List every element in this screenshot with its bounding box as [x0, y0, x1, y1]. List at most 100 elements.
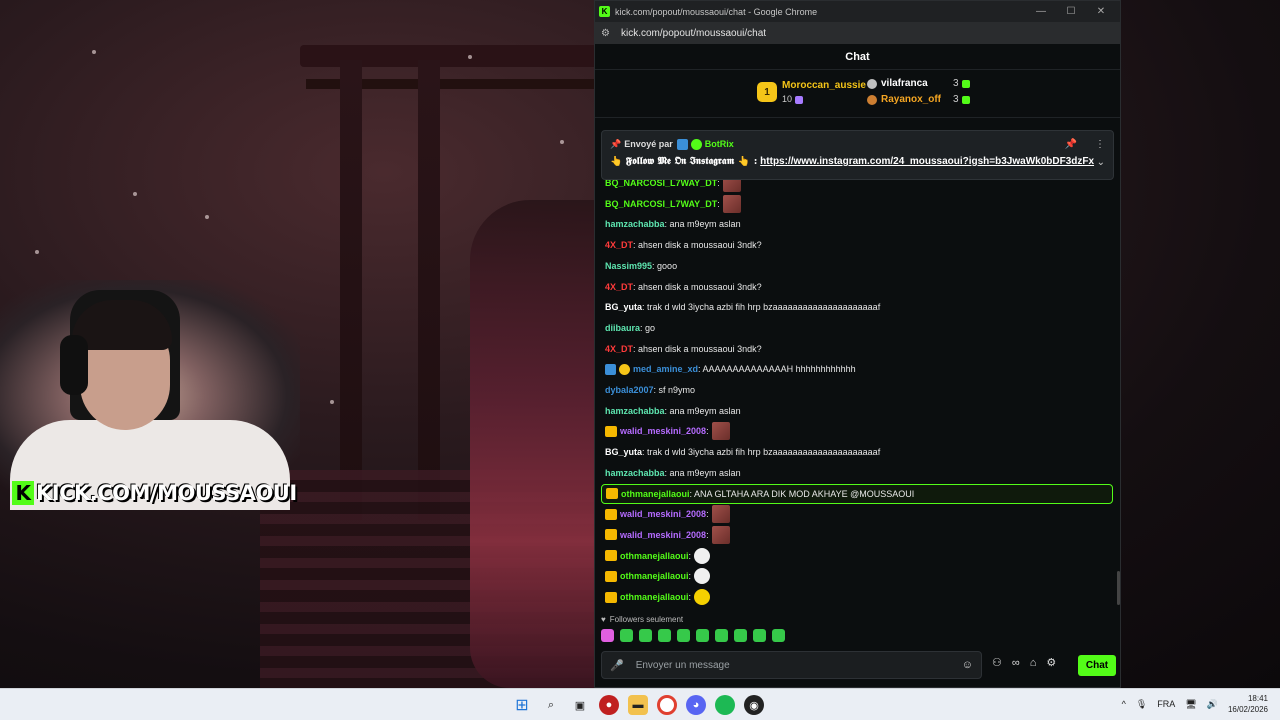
emoji-picker-icon[interactable]: ☺: [962, 659, 973, 671]
leaderboard-count: 3: [953, 78, 959, 89]
url-text[interactable]: kick.com/popout/moussaoui/chat: [621, 28, 766, 39]
chat-username[interactable]: othmanejallaoui: [621, 489, 690, 499]
chat-username[interactable]: walid_meskini_2008: [620, 426, 706, 436]
file-explorer-icon[interactable]: ▬: [628, 695, 648, 715]
unpin-icon[interactable]: 📌: [1065, 139, 1077, 150]
predictions-icon[interactable]: ⚇: [992, 656, 1002, 669]
emote-icon[interactable]: [658, 629, 671, 642]
chat-messages[interactable]: BQ_NARCOSI_L7WAY_DT: BQ_NARCOSI_L7WAY_DT:…: [595, 173, 1120, 611]
chat-message[interactable]: BG_yuta: trak d wld 3iycha azbi fih hrp …: [605, 297, 880, 317]
emote-icon[interactable]: [639, 629, 652, 642]
obs-icon[interactable]: ◉: [744, 695, 764, 715]
chat-message-input[interactable]: [635, 659, 962, 671]
chat-message[interactable]: othmanejallaoui:: [605, 566, 711, 586]
pinned-message[interactable]: 📌 Envoyé par BotRix 📌 ⋮ 👆 𝕱𝖔𝖑𝖑𝖔𝖜 𝕸𝖊 𝕺𝖓 𝕴…: [601, 130, 1114, 180]
chat-message[interactable]: dybala2007: sf n9ymo: [605, 380, 695, 400]
chat-text: : ahsen disk a moussaoui 3ndk?: [633, 281, 762, 292]
emote-icon[interactable]: [772, 629, 785, 642]
emote-icon[interactable]: [677, 629, 690, 642]
chat-message[interactable]: 4X_DT: ahsen disk a moussaoui 3ndk?: [605, 235, 762, 255]
chat-username[interactable]: walid_meskini_2008: [620, 530, 706, 540]
task-view-icon[interactable]: ▣: [570, 695, 590, 715]
chat-message[interactable]: 4X_DT: ahsen disk a moussaoui 3ndk?: [605, 339, 762, 359]
site-settings-icon[interactable]: ⚙: [601, 28, 615, 39]
app-icon[interactable]: ●: [599, 695, 619, 715]
expand-chevron-icon[interactable]: ⌄: [1097, 157, 1105, 168]
emote-icon[interactable]: [620, 629, 633, 642]
leaderboard-first-name: Moroccan_aussie: [782, 80, 866, 91]
microphone-tray-icon[interactable]: 🎙: [1136, 699, 1147, 710]
address-bar[interactable]: ⚙ kick.com/popout/moussaoui/chat: [595, 22, 1120, 44]
chat-username[interactable]: 4X_DT: [605, 240, 633, 250]
settings-gear-icon[interactable]: ⚙: [1046, 656, 1056, 669]
chat-message[interactable]: Nassim995: gooo: [605, 256, 677, 276]
chat-message[interactable]: 4X_DT: ahsen disk a moussaoui 3ndk?: [605, 277, 762, 297]
chat-username[interactable]: hamzachabba: [605, 219, 665, 229]
chat-message[interactable]: hamzachabba: ana m9eym aslan: [605, 463, 741, 483]
network-icon[interactable]: 🖥: [1185, 699, 1196, 710]
star: [133, 192, 137, 196]
minimize-button[interactable]: —: [1026, 6, 1056, 17]
language-indicator[interactable]: FRA: [1157, 699, 1175, 709]
store-icon[interactable]: ⌂: [1030, 657, 1037, 669]
clock[interactable]: 18:41 16/02/2026: [1228, 693, 1268, 715]
windows-start-icon[interactable]: ⊞: [512, 695, 532, 715]
chat-username[interactable]: BG_yuta: [605, 447, 642, 457]
chat-username[interactable]: othmanejallaoui: [620, 551, 689, 561]
chat-text: : trak d wld 3iycha azbi fih hrp bzaaaaa…: [642, 447, 881, 458]
tray-overflow-icon[interactable]: ^: [1122, 699, 1126, 709]
leaderboard-second[interactable]: vilafranca 3: [867, 78, 970, 89]
chat-username[interactable]: hamzachabba: [605, 468, 665, 478]
chat-input-box[interactable]: 🎤 ☺: [601, 651, 982, 679]
chat-message[interactable]: othmanejallaoui:: [605, 587, 711, 607]
chrome-icon[interactable]: [657, 695, 677, 715]
chat-username[interactable]: med_amine_xd: [633, 364, 698, 374]
chat-message[interactable]: med_amine_xd: AAAAAAAAAAAAAAH hhhhhhhhhh…: [605, 359, 856, 379]
emote-icon[interactable]: [696, 629, 709, 642]
more-options-icon[interactable]: ⋮: [1095, 139, 1105, 150]
chat-username[interactable]: othmanejallaoui: [620, 571, 689, 581]
chat-username[interactable]: walid_meskini_2008: [620, 509, 706, 519]
emote-icon: [711, 525, 730, 544]
chat-scrollbar[interactable]: [1117, 571, 1120, 605]
chat-username[interactable]: BQ_NARCOSI_L7WAY_DT: [605, 199, 717, 209]
chat-message[interactable]: walid_meskini_2008:: [605, 525, 730, 545]
emote-icon[interactable]: [601, 629, 614, 642]
send-chat-button[interactable]: Chat: [1078, 655, 1116, 676]
chat-message[interactable]: walid_meskini_2008:: [605, 504, 730, 524]
leaderboard-first[interactable]: 1 Moroccan_aussie 10: [757, 80, 866, 104]
chat-message[interactable]: BQ_NARCOSI_L7WAY_DT:: [605, 194, 741, 214]
chat-message[interactable]: hamzachabba: ana m9eym aslan: [605, 401, 741, 421]
infinity-icon[interactable]: ∞: [1012, 657, 1020, 669]
maximize-button[interactable]: ☐: [1056, 6, 1086, 17]
chat-username[interactable]: 4X_DT: [605, 282, 633, 292]
crown-badge-icon: [605, 591, 617, 603]
chat-message[interactable]: walid_meskini_2008:: [605, 421, 730, 441]
emote-icon[interactable]: [753, 629, 766, 642]
highlighted-chat-message[interactable]: othmanejallaoui: ANA GLTAHA ARA DIK MOD …: [601, 483, 1113, 504]
chat-username[interactable]: Nassim995: [605, 261, 652, 271]
leaderboard-third[interactable]: Rayanox_off 3: [867, 94, 970, 105]
chat-username[interactable]: hamzachabba: [605, 406, 665, 416]
chat-username[interactable]: BG_yuta: [605, 302, 642, 312]
microphone-icon[interactable]: 🎤: [610, 659, 624, 672]
chat-message[interactable]: BG_yuta: trak d wld 3iycha azbi fih hrp …: [605, 442, 880, 462]
search-icon[interactable]: ⌕: [541, 695, 561, 715]
pinned-sender[interactable]: BotRix: [705, 139, 734, 149]
spotify-icon[interactable]: [715, 695, 735, 715]
close-button[interactable]: ✕: [1086, 6, 1116, 17]
chat-text: : sf n9ymo: [653, 385, 696, 395]
chat-username[interactable]: othmanejallaoui: [620, 592, 689, 602]
bot-badge-icon: [676, 138, 688, 150]
chat-message[interactable]: othmanejallaoui:: [605, 546, 711, 566]
chat-username[interactable]: diibaura: [605, 323, 640, 333]
discord-icon[interactable]: ◕: [686, 695, 706, 715]
chat-message[interactable]: hamzachabba: ana m9eym aslan: [605, 214, 741, 234]
pinned-link[interactable]: https://www.instagram.com/24_moussaoui?i…: [760, 156, 1094, 167]
volume-icon[interactable]: 🔊: [1207, 699, 1218, 710]
chat-username[interactable]: 4X_DT: [605, 344, 633, 354]
chat-username[interactable]: dybala2007: [605, 385, 654, 395]
chat-message[interactable]: diibaura: go: [605, 318, 655, 338]
emote-icon[interactable]: [715, 629, 728, 642]
emote-icon[interactable]: [734, 629, 747, 642]
